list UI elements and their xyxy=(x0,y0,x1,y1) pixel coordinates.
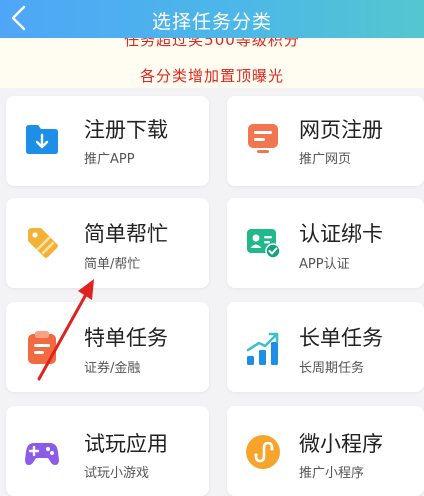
category-card-simple-help[interactable]: 简单帮忙 简单/帮忙 xyxy=(6,198,209,288)
category-card-special-task[interactable]: 特单任务 证券/金融 xyxy=(6,302,209,392)
category-card-web-register[interactable]: 网页注册 推广网页 xyxy=(227,96,424,186)
category-title: 简单帮忙 xyxy=(84,222,168,246)
notice-line-1: 任务超过奖500等级积分 xyxy=(124,38,300,49)
category-title: 试玩应用 xyxy=(84,432,168,456)
category-subtitle: 试玩小游戏 xyxy=(84,466,150,481)
category-subtitle: 长周期任务 xyxy=(299,361,365,376)
category-subtitle: 证券/金融 xyxy=(84,361,141,376)
category-title: 注册下载 xyxy=(84,118,168,142)
category-title: 网页注册 xyxy=(299,118,383,142)
category-card-long-task[interactable]: 长单任务 长周期任务 xyxy=(227,302,424,392)
id-card-icon xyxy=(247,229,281,259)
page-title: 选择任务分类 xyxy=(151,11,272,33)
category-subtitle: 简单/帮忙 xyxy=(84,257,141,272)
tag-icon xyxy=(28,228,58,258)
notice-banner: 任务超过奖500等级积分 各分类增加置顶曝光 xyxy=(0,38,424,88)
clipboard-icon xyxy=(28,331,56,364)
category-title: 长单任务 xyxy=(299,326,383,350)
category-card-trial-app[interactable]: 试玩应用 试玩小游戏 xyxy=(6,406,209,496)
category-subtitle: 推广网页 xyxy=(299,152,352,167)
category-subtitle: APP认证 xyxy=(299,257,350,272)
category-title: 微小程序 xyxy=(299,432,383,456)
webpage-icon xyxy=(248,124,278,153)
category-title: 特单任务 xyxy=(84,326,168,350)
mini-program-icon xyxy=(246,435,280,469)
category-title: 认证绑卡 xyxy=(299,222,383,246)
category-subtitle: 推广小程序 xyxy=(299,466,365,481)
category-card-verify-bind-card[interactable]: 认证绑卡 APP认证 xyxy=(227,198,424,288)
category-card-register-download[interactable]: 注册下载 推广APP xyxy=(6,96,209,186)
category-subtitle: 推广APP xyxy=(84,152,135,167)
category-card-mini-program[interactable]: 微小程序 推广小程序 xyxy=(227,406,424,496)
header-bar: 选择任务分类 xyxy=(0,0,424,38)
notice-line-2: 各分类增加置顶曝光 xyxy=(139,67,284,85)
growth-chart-icon xyxy=(246,332,279,365)
gamepad-icon xyxy=(25,443,59,465)
download-folder-icon xyxy=(26,125,58,154)
